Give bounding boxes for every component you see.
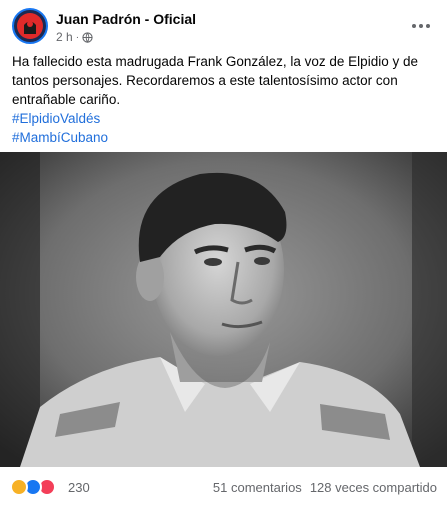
post-footer: 230 51 comentarios 128 veces compartido xyxy=(10,476,437,498)
page-name-link[interactable]: Juan Padrón - Oficial xyxy=(56,11,196,27)
hashtag-link[interactable]: #ElpidioValdés xyxy=(12,109,108,128)
page-avatar[interactable] xyxy=(12,8,48,44)
sad-reaction-icon xyxy=(10,478,28,496)
post-meta: 2 h · xyxy=(56,30,93,44)
logo-figure-icon xyxy=(24,21,36,34)
more-options-button[interactable] xyxy=(407,12,435,40)
post-time[interactable]: 2 h xyxy=(56,30,73,44)
facebook-post: Juan Padrón - Oficial 2 h · Ha fallecido… xyxy=(0,0,447,515)
shares-count-link[interactable]: 128 veces compartido xyxy=(310,480,437,495)
portrait-image xyxy=(0,152,447,467)
post-message: Ha fallecido esta madrugada Frank Gonzál… xyxy=(12,54,418,107)
post-photo[interactable] xyxy=(0,152,447,467)
hashtag-list: #ElpidioValdés #MambíCubano xyxy=(12,109,108,147)
post-stats: 51 comentarios 128 veces compartido xyxy=(213,480,437,495)
post-header: Juan Padrón - Oficial 2 h · xyxy=(12,8,435,48)
globe-icon xyxy=(82,31,93,43)
reaction-icons[interactable] xyxy=(10,478,56,496)
comments-count-link[interactable]: 51 comentarios xyxy=(213,480,302,495)
reaction-count[interactable]: 230 xyxy=(68,480,90,495)
hashtag-link[interactable]: #MambíCubano xyxy=(12,128,108,147)
more-options-icon xyxy=(412,24,416,28)
meta-separator: · xyxy=(75,31,80,43)
